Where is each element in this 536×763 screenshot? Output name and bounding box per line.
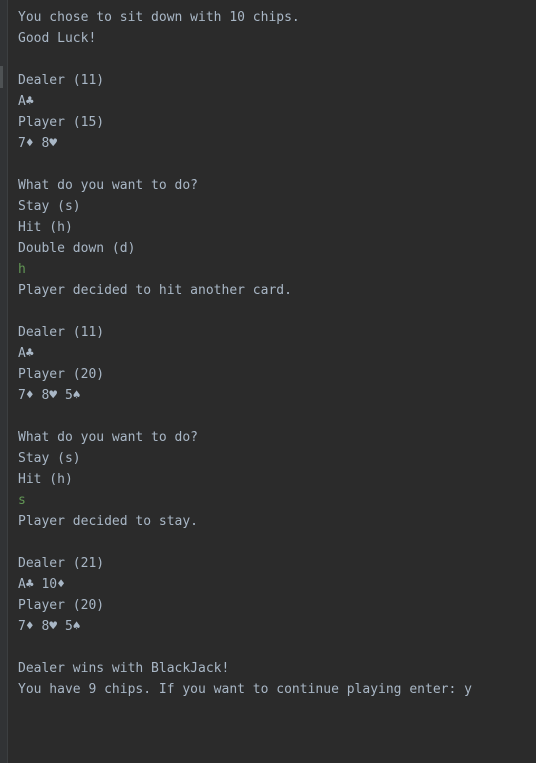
- output-line: What do you want to do?: [18, 430, 199, 445]
- output-line: What do you want to do?: [18, 178, 199, 193]
- cutoff-output-line: ·····-··········-·········: [18, 0, 222, 7]
- output-line: Dealer (11): [18, 325, 105, 340]
- console-gutter: [0, 0, 8, 763]
- output-line: Player (20): [18, 367, 105, 382]
- output-line: A♣: [18, 346, 34, 361]
- user-input-line: s: [18, 493, 26, 508]
- run-console[interactable]: ·····-··········-········· You chose to …: [0, 0, 536, 763]
- output-line: 7♦ 8♥ 5♠: [18, 388, 81, 403]
- output-line: 7♦ 8♥: [18, 136, 58, 151]
- output-line: 7♦ 8♥ 5♠: [18, 619, 81, 634]
- output-line: Double down (d): [18, 241, 136, 256]
- output-line: A♣: [18, 94, 34, 109]
- output-line: You have 9 chips. If you want to continu…: [18, 682, 472, 697]
- output-line: Dealer wins with BlackJack!: [18, 661, 230, 676]
- output-line: Player decided to hit another card.: [18, 283, 292, 298]
- output-line: Player (15): [18, 115, 105, 130]
- output-line: Player decided to stay.: [18, 514, 199, 529]
- output-line: Stay (s): [18, 451, 81, 466]
- output-line: A♣ 10♦: [18, 577, 65, 592]
- console-output: You chose to sit down with 10 chips. Good…: [18, 7, 472, 700]
- output-line: Dealer (11): [18, 73, 105, 88]
- output-line: Stay (s): [18, 199, 81, 214]
- output-line: Dealer (21): [18, 556, 105, 571]
- output-line: Hit (h): [18, 472, 73, 487]
- output-line: Player (20): [18, 598, 105, 613]
- output-line: Hit (h): [18, 220, 73, 235]
- user-input-line: h: [18, 262, 26, 277]
- output-line: You chose to sit down with 10 chips.: [18, 10, 300, 25]
- gutter-marker: [0, 66, 3, 88]
- output-line: Good Luck!: [18, 31, 97, 46]
